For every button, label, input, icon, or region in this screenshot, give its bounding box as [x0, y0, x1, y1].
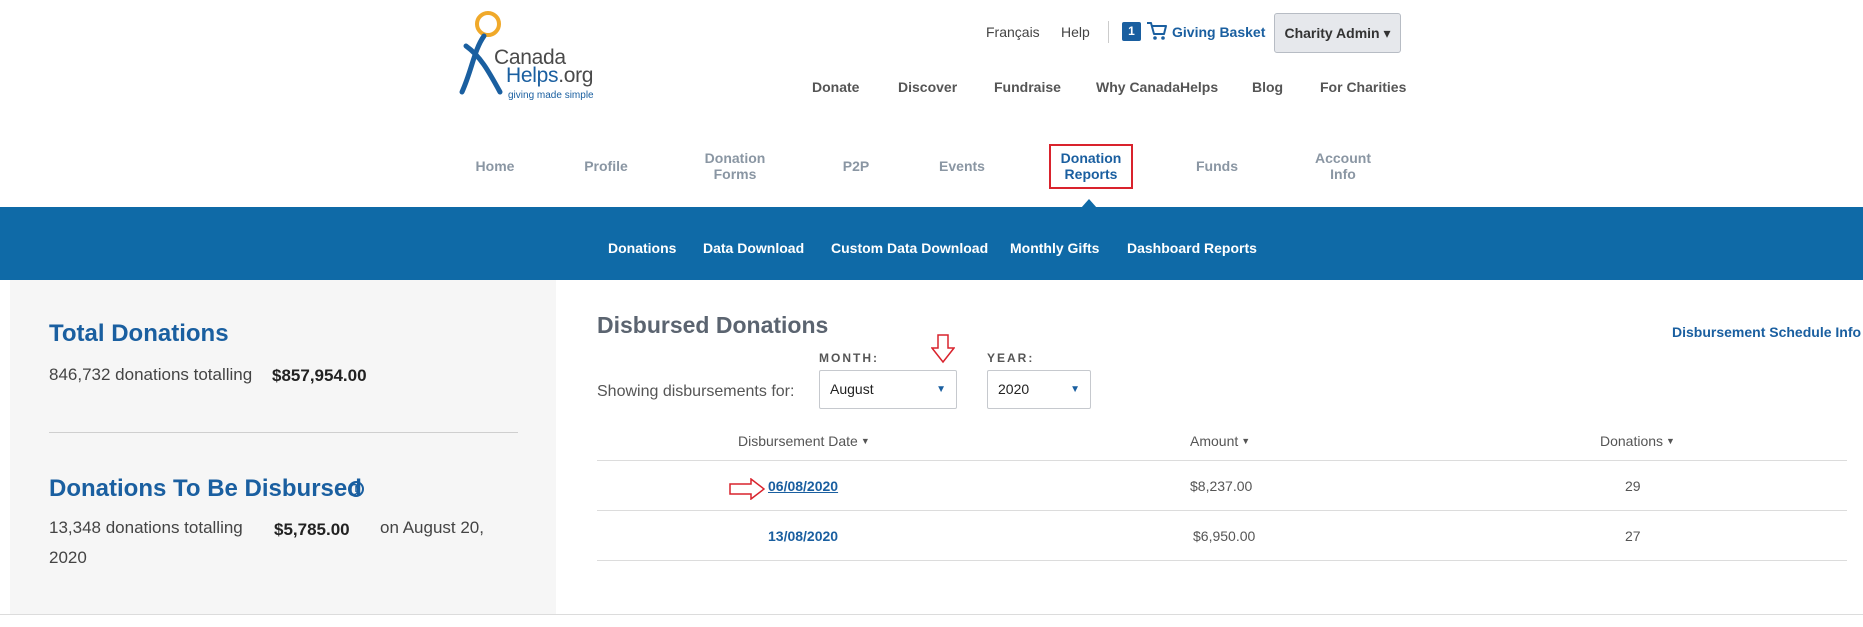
utility-separator — [1108, 21, 1109, 43]
logo-text-helps: Helps.org — [506, 64, 594, 87]
shopping-cart-icon[interactable] — [1146, 21, 1168, 41]
subnav-data-download[interactable]: Data Download — [703, 240, 804, 256]
table-divider — [597, 460, 1847, 461]
nav-discover[interactable]: Discover — [898, 79, 957, 95]
arrow-down-annotation-icon — [931, 334, 955, 364]
month-label: MONTH: — [819, 351, 879, 365]
canadahelps-logo[interactable]: Canada Helps.org giving made simple — [456, 10, 616, 101]
year-select[interactable]: 2020 ▼ — [987, 370, 1091, 409]
disbursement-donations-count: 27 — [1625, 528, 1641, 544]
chevron-down-icon: ▼ — [936, 384, 946, 395]
tab-account-info[interactable]: Account Info — [1303, 150, 1383, 182]
summary-divider — [49, 432, 518, 433]
subnav-donations[interactable]: Donations — [608, 240, 676, 256]
table-row-divider — [597, 510, 1847, 511]
column-header-donations[interactable]: Donations ▼ — [1600, 433, 1675, 449]
total-donations-title: Total Donations — [49, 320, 229, 347]
showing-disbursements-label: Showing disbursements for: — [597, 383, 795, 400]
disbursement-amount: $6,950.00 — [1193, 528, 1256, 544]
disbursement-schedule-link[interactable]: Disbursement Schedule Info — [1672, 324, 1861, 340]
basket-count-badge[interactable]: 1 — [1122, 22, 1141, 41]
nav-blog[interactable]: Blog — [1252, 79, 1283, 95]
sort-caret-icon: ▼ — [1666, 436, 1675, 446]
language-link[interactable]: Français — [986, 24, 1040, 40]
sort-caret-icon: ▼ — [860, 436, 870, 446]
disbursement-donations-count: 29 — [1625, 478, 1641, 494]
subnav-custom-data-download[interactable]: Custom Data Download — [831, 240, 988, 256]
tab-home[interactable]: Home — [455, 158, 535, 174]
tab-profile[interactable]: Profile — [566, 158, 646, 174]
column-header-amount[interactable]: Amount ▼ — [1190, 433, 1250, 449]
column-header-date[interactable]: Disbursement Date ▼ — [738, 433, 870, 449]
charity-admin-dropdown[interactable]: Charity Admin ▾ — [1274, 13, 1401, 53]
chevron-down-icon: ▼ — [1070, 384, 1080, 395]
to-be-disbursed-year: 2020 — [49, 548, 87, 567]
total-donations-text: 846,732 donations totalling — [49, 365, 253, 384]
subnav-monthly-gifts[interactable]: Monthly Gifts — [1010, 240, 1099, 256]
info-icon[interactable]: i — [348, 481, 364, 497]
active-tab-pointer — [1081, 199, 1097, 208]
disbursement-date-link[interactable]: 06/08/2020 — [768, 478, 838, 494]
disbursed-donations-title: Disbursed Donations — [597, 312, 829, 338]
giving-basket-link[interactable]: Giving Basket — [1172, 24, 1265, 40]
to-be-disbursed-title: Donations To Be Disbursed — [49, 475, 362, 502]
tab-donation-reports[interactable]: Donation Reports — [1049, 150, 1133, 182]
to-be-disbursed-amount: $5,785.00 — [274, 520, 350, 539]
year-label: YEAR: — [987, 351, 1035, 365]
tab-donation-forms[interactable]: Donation Forms — [695, 150, 775, 182]
nav-for-charities[interactable]: For Charities — [1320, 79, 1406, 95]
nav-fundraise[interactable]: Fundraise — [994, 79, 1061, 95]
logo-tagline: giving made simple — [508, 90, 594, 101]
tab-funds[interactable]: Funds — [1177, 158, 1257, 174]
total-donations-amount: $857,954.00 — [272, 366, 367, 385]
to-be-disbursed-text: 13,348 donations totalling — [49, 518, 243, 537]
subnav-dashboard-reports[interactable]: Dashboard Reports — [1127, 240, 1257, 256]
tab-p2p[interactable]: P2P — [816, 158, 896, 174]
disbursement-date-link[interactable]: 13/08/2020 — [768, 528, 838, 544]
month-select[interactable]: August ▼ — [819, 370, 957, 409]
table-row-divider — [597, 560, 1847, 561]
sort-caret-icon: ▼ — [1241, 436, 1251, 446]
arrow-right-annotation-icon — [729, 478, 765, 500]
nav-why-canadahelps[interactable]: Why CanadaHelps — [1096, 79, 1218, 95]
nav-donate[interactable]: Donate — [812, 79, 859, 95]
to-be-disbursed-date: on August 20, — [380, 518, 484, 537]
help-link[interactable]: Help — [1061, 24, 1090, 40]
disbursement-amount: $8,237.00 — [1190, 478, 1253, 494]
tab-events[interactable]: Events — [922, 158, 1002, 174]
page-bottom-border — [0, 614, 1863, 615]
